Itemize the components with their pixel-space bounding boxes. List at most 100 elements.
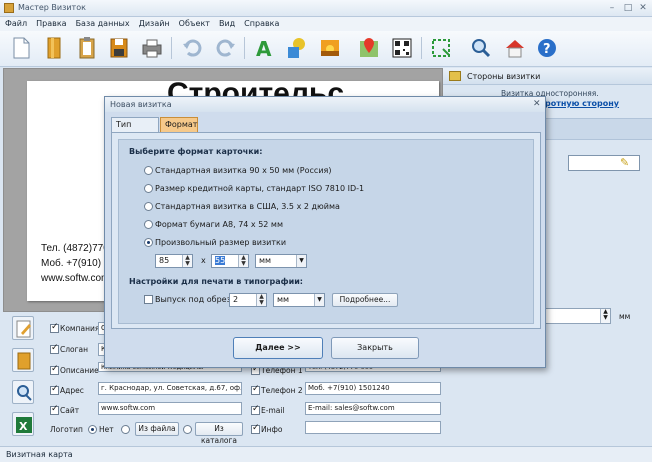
text-icon[interactable]: A bbox=[252, 35, 276, 61]
tab-format[interactable]: Формат bbox=[160, 117, 198, 133]
redo-icon[interactable] bbox=[214, 35, 238, 61]
company-checkbox[interactable] bbox=[50, 322, 59, 333]
qr-code-icon[interactable] bbox=[390, 35, 414, 61]
card-phone2-text[interactable]: Моб. +7(910) 1 bbox=[41, 258, 109, 269]
toolbar: A ? bbox=[0, 31, 652, 67]
description-checkbox[interactable] bbox=[50, 364, 59, 375]
format-panel: Выберите формат карточки: Стандартная ви… bbox=[118, 139, 534, 324]
logo-none-radio[interactable] bbox=[88, 425, 97, 434]
format-option-russia-radio[interactable] bbox=[144, 166, 153, 175]
dialog-title-bar: Новая визитка ✕ bbox=[105, 97, 545, 112]
next-button[interactable]: Далее >> bbox=[233, 337, 323, 359]
help-icon[interactable]: ? bbox=[535, 35, 559, 61]
status-text: Визитная карта bbox=[6, 450, 73, 459]
site-field[interactable]: www.softw.com bbox=[98, 402, 242, 415]
email-field[interactable]: E-mail: sales@softw.com bbox=[305, 402, 441, 415]
home-icon[interactable] bbox=[503, 35, 527, 61]
spinner-arrows-icon[interactable]: ▲ ▼ bbox=[256, 294, 266, 306]
menu-object[interactable]: Объект bbox=[174, 17, 214, 28]
address-label: Адрес bbox=[60, 386, 84, 395]
logo-label: Логотип bbox=[50, 425, 83, 434]
slogan-checkbox[interactable] bbox=[50, 343, 59, 354]
more-button[interactable]: Подробнее... bbox=[332, 293, 398, 307]
chevron-down-icon[interactable]: ▼ bbox=[314, 294, 324, 306]
new-card-dialog: Новая визитка ✕ Тип карты Формат Выберит… bbox=[104, 96, 546, 368]
pencil-icon[interactable]: ✎ bbox=[620, 156, 629, 169]
clipboard-icon[interactable] bbox=[75, 35, 99, 61]
menu-edit[interactable]: Правка bbox=[31, 17, 70, 28]
image-icon[interactable] bbox=[318, 35, 342, 61]
format-option-credit-card-label: Размер кредитной карты, стандарт ISO 781… bbox=[155, 184, 365, 193]
width-spinner[interactable]: 85 ▲ ▼ bbox=[155, 254, 193, 268]
edit-card-icon[interactable] bbox=[12, 316, 34, 340]
format-option-a8-label: Формат бумаги А8, 74 x 52 мм bbox=[155, 220, 283, 229]
new-file-icon[interactable] bbox=[9, 35, 33, 61]
search-person-icon[interactable] bbox=[12, 380, 34, 404]
card-phone1-text[interactable]: Тел. (4872)770 bbox=[41, 243, 109, 254]
open-icon[interactable] bbox=[42, 35, 66, 61]
maximize-icon[interactable]: □ bbox=[622, 2, 634, 14]
format-option-a8-radio[interactable] bbox=[144, 220, 153, 229]
bleed-spinner[interactable]: 2 ▲ ▼ bbox=[229, 293, 267, 307]
print-icon[interactable] bbox=[140, 35, 164, 61]
excel-icon[interactable]: X bbox=[12, 412, 34, 436]
svg-text:X: X bbox=[19, 420, 28, 433]
card-site-text[interactable]: www.softw.com bbox=[41, 273, 109, 284]
save-icon[interactable] bbox=[107, 35, 131, 61]
phone2-field[interactable]: Моб. +7(910) 1501240 bbox=[305, 382, 441, 395]
menu-file[interactable]: Файл bbox=[0, 17, 31, 28]
undo-icon[interactable] bbox=[180, 35, 204, 61]
menu-design[interactable]: Дизайн bbox=[134, 17, 174, 28]
company-label: Компания bbox=[60, 324, 100, 333]
dialog-close-icon[interactable]: ✕ bbox=[533, 99, 541, 109]
phone2-checkbox[interactable] bbox=[251, 384, 260, 395]
close-icon[interactable]: ✕ bbox=[637, 2, 649, 14]
address-checkbox[interactable] bbox=[50, 384, 59, 395]
window-title: Мастер Визиток bbox=[18, 3, 86, 12]
svg-text:A: A bbox=[256, 37, 272, 61]
minimize-icon[interactable]: – bbox=[606, 2, 618, 14]
close-button[interactable]: Закрыть bbox=[331, 337, 419, 359]
height-spinner[interactable]: 55 ▲ ▼ bbox=[211, 254, 249, 268]
spinner-arrows-icon[interactable]: ▲ ▼ bbox=[238, 255, 248, 267]
format-option-custom-radio[interactable] bbox=[144, 238, 153, 247]
logo-file-radio[interactable] bbox=[121, 425, 130, 434]
toolbar-separator bbox=[171, 37, 172, 59]
bleed-checkbox[interactable] bbox=[144, 295, 153, 304]
toolbar-separator bbox=[244, 37, 245, 59]
logo-catalog-radio[interactable] bbox=[183, 425, 192, 434]
unit-dropdown[interactable]: мм ▼ bbox=[255, 254, 307, 268]
email-checkbox[interactable] bbox=[251, 404, 260, 415]
sides-icon bbox=[449, 71, 461, 81]
site-checkbox[interactable] bbox=[50, 404, 59, 415]
shapes-icon[interactable] bbox=[285, 35, 309, 61]
address-field[interactable]: г. Краснодар, ул. Советская, д.67, оф.30… bbox=[98, 382, 242, 395]
select-icon[interactable] bbox=[429, 35, 453, 61]
description-label: Описание bbox=[60, 366, 99, 375]
database-icon[interactable] bbox=[12, 348, 34, 372]
zoom-icon[interactable] bbox=[469, 35, 493, 61]
slogan-label: Слоган bbox=[60, 345, 89, 354]
logo-none-label: Нет bbox=[99, 425, 114, 434]
bleed-value: 2 bbox=[233, 295, 239, 304]
bleed-unit-dropdown[interactable]: мм ▼ bbox=[273, 293, 325, 307]
info-field[interactable] bbox=[305, 421, 441, 434]
size-dropdown[interactable]: ▲ ▼ bbox=[543, 308, 611, 324]
format-option-credit-card-radio[interactable] bbox=[144, 184, 153, 193]
add-back-side-link[interactable]: ротную сторону bbox=[545, 99, 619, 108]
width-value: 85 bbox=[159, 256, 170, 265]
from-file-button[interactable]: Из файла bbox=[135, 422, 179, 436]
format-option-russia-label: Стандартная визитка 90 x 50 мм (Россия) bbox=[155, 166, 332, 175]
format-option-usa-radio[interactable] bbox=[144, 202, 153, 211]
menu-database[interactable]: База данных bbox=[71, 17, 134, 28]
menu-bar: Файл Правка База данных Дизайн Объект Вид Спра… bbox=[0, 17, 652, 31]
map-icon[interactable] bbox=[357, 35, 381, 61]
info-checkbox[interactable] bbox=[251, 423, 260, 434]
chevron-down-icon[interactable]: ▼ bbox=[296, 255, 306, 267]
status-bar: Визитная карта bbox=[0, 446, 652, 462]
menu-help[interactable]: Справка bbox=[239, 17, 283, 28]
menu-view[interactable]: Вид bbox=[214, 17, 239, 28]
tab-card-type[interactable]: Тип карты bbox=[111, 117, 159, 143]
from-catalog-button[interactable]: Из каталога bbox=[195, 422, 243, 445]
spinner-arrows-icon[interactable]: ▲ ▼ bbox=[182, 255, 192, 267]
